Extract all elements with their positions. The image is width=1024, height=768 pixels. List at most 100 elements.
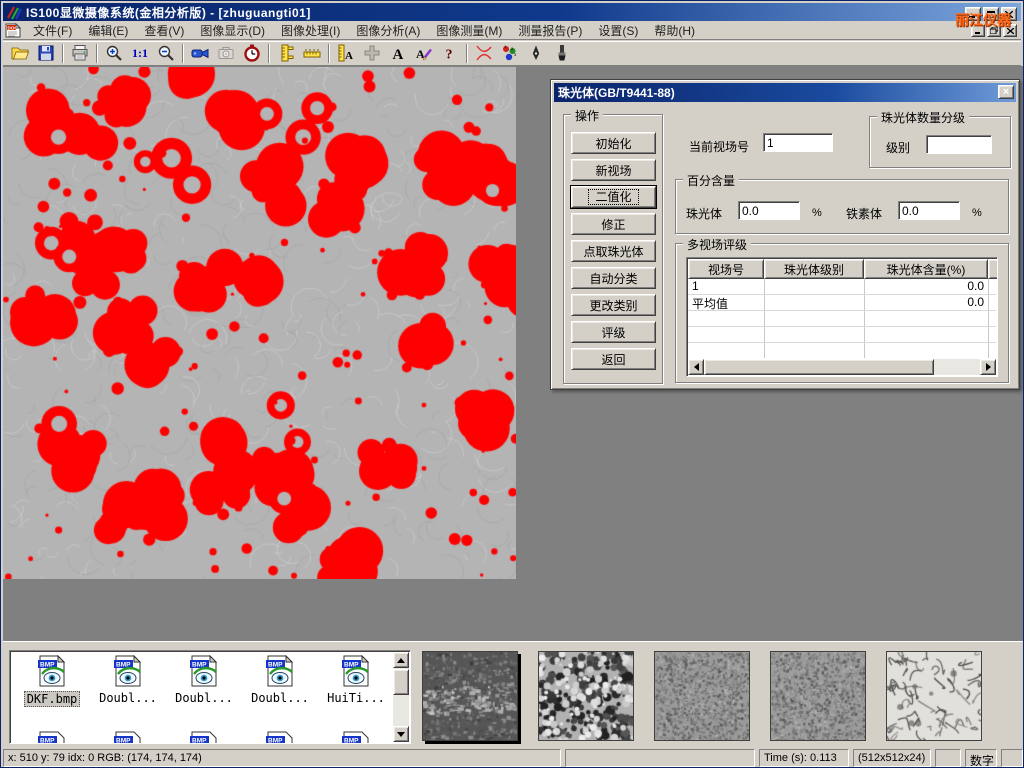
maximize-button[interactable] bbox=[983, 7, 999, 21]
file-item[interactable]: BMP DKF.bmp bbox=[16, 655, 88, 707]
zoom-actual-button[interactable]: 1:1 bbox=[127, 42, 153, 65]
dialog-title-bar[interactable]: 珠光体(GB/T9441-88) × bbox=[554, 83, 1016, 102]
multi-field-table[interactable]: 视场号 珠光体级别 珠光体含量(%) 铁素体 1 0.0 bbox=[686, 257, 998, 377]
title-bar: IS100显微摄像系统(金相分析版) - [zhuguangti01] bbox=[3, 3, 1021, 21]
ferrite-percent-input[interactable] bbox=[898, 201, 960, 220]
thumbnail-3[interactable] bbox=[654, 651, 750, 741]
metallograph-image[interactable] bbox=[3, 67, 516, 579]
file-item[interactable]: BMP bbox=[320, 731, 392, 744]
menu-item-image-processing[interactable]: 图像处理(I) bbox=[273, 20, 348, 41]
file-name[interactable]: Doubl... bbox=[173, 691, 235, 705]
document-icon: DOC bbox=[5, 23, 21, 38]
scroll-left-icon[interactable] bbox=[688, 359, 704, 375]
scroll-right-icon[interactable] bbox=[980, 359, 996, 375]
scroll-down-icon[interactable] bbox=[393, 726, 409, 742]
print-icon bbox=[71, 44, 89, 62]
status-image-size: (512x512x24) bbox=[853, 749, 931, 767]
col-pearlite-content[interactable]: 珠光体含量(%) bbox=[864, 259, 988, 279]
zoom-in-button[interactable] bbox=[101, 42, 127, 65]
binarize-button[interactable]: 二值化 bbox=[571, 186, 656, 208]
file-item[interactable]: BMP bbox=[92, 731, 164, 744]
caliper-annotate-button[interactable]: A bbox=[333, 42, 359, 65]
col-field-no[interactable]: 视场号 bbox=[688, 259, 764, 279]
child-minimize-button[interactable] bbox=[971, 24, 985, 37]
brush-tool-button[interactable] bbox=[549, 42, 575, 65]
file-item[interactable]: BMP HuiTi... bbox=[320, 655, 392, 705]
file-item[interactable]: BMP Doubl... bbox=[168, 655, 240, 705]
file-name[interactable]: HuiTi... bbox=[325, 691, 387, 705]
save-button[interactable] bbox=[33, 42, 59, 65]
close-button[interactable] bbox=[1001, 7, 1017, 21]
scrollbar-thumb[interactable] bbox=[393, 669, 409, 695]
class-markers-button[interactable]: 123 bbox=[497, 42, 523, 65]
menu-item-edit[interactable]: 编辑(E) bbox=[80, 20, 136, 41]
curve-tool-icon bbox=[475, 44, 493, 62]
menu-item-settings[interactable]: 设置(S) bbox=[590, 20, 646, 41]
zoom-out-icon bbox=[157, 44, 175, 62]
thumbnail-4[interactable] bbox=[770, 651, 866, 741]
change-class-button[interactable]: 更改类别 bbox=[571, 294, 656, 316]
zoom-out-button[interactable] bbox=[153, 42, 179, 65]
move-cross-button[interactable] bbox=[359, 42, 385, 65]
dialog-close-icon[interactable]: × bbox=[998, 85, 1014, 99]
menu-item-image-measure[interactable]: 图像测量(M) bbox=[428, 20, 510, 41]
text-a-button[interactable]: A bbox=[385, 42, 411, 65]
file-browser-scrollbar[interactable] bbox=[393, 652, 409, 742]
file-name[interactable]: Doubl... bbox=[249, 691, 311, 705]
thumbnail-5[interactable] bbox=[886, 651, 982, 741]
auto-classify-button[interactable]: 自动分类 bbox=[571, 267, 656, 289]
grade-input[interactable] bbox=[926, 135, 992, 154]
thumbnail-2[interactable] bbox=[538, 651, 634, 741]
file-item[interactable]: BMP bbox=[168, 731, 240, 744]
application-window: IS100显微摄像系统(金相分析版) - [zhuguangti01] 丽江仪器… bbox=[0, 0, 1024, 768]
vertical-caliper-button[interactable] bbox=[273, 42, 299, 65]
file-item[interactable]: BMP bbox=[16, 731, 88, 744]
pearlite-percent-input[interactable] bbox=[738, 201, 800, 220]
help-button[interactable]: ? bbox=[437, 42, 463, 65]
text-style-button[interactable]: A bbox=[411, 42, 437, 65]
file-name[interactable]: Doubl... bbox=[97, 691, 159, 705]
thumbnail-1[interactable] bbox=[422, 651, 518, 741]
move-cross-icon bbox=[363, 44, 381, 62]
child-close-button[interactable] bbox=[1003, 24, 1017, 37]
svg-text:DOC: DOC bbox=[8, 25, 19, 30]
horizontal-ruler-button[interactable] bbox=[299, 42, 325, 65]
file-item[interactable]: BMP Doubl... bbox=[244, 655, 316, 705]
status-bar: x: 510 y: 79 idx: 0 RGB: (174, 174, 174)… bbox=[3, 749, 1023, 767]
snapshot-camera-button[interactable] bbox=[213, 42, 239, 65]
menu-item-image-display[interactable]: 图像显示(D) bbox=[192, 20, 273, 41]
snapshot-camera-icon bbox=[217, 44, 235, 62]
table-row[interactable]: 平均值 0.0 bbox=[688, 295, 996, 311]
child-restore-button[interactable] bbox=[987, 24, 1001, 37]
video-camera-button[interactable] bbox=[187, 42, 213, 65]
menu-item-file[interactable]: 文件(F) bbox=[25, 20, 80, 41]
menu-item-view[interactable]: 查看(V) bbox=[136, 20, 192, 41]
col-ferrite[interactable]: 铁素体 bbox=[988, 259, 998, 279]
correct-button[interactable]: 修正 bbox=[571, 213, 656, 235]
curve-tool-button[interactable] bbox=[471, 42, 497, 65]
pen-tool-button[interactable] bbox=[523, 42, 549, 65]
file-item[interactable]: BMP Doubl... bbox=[92, 655, 164, 705]
current-field-input[interactable] bbox=[763, 133, 833, 152]
menu-item-measure-report[interactable]: 测量报告(P) bbox=[510, 20, 590, 41]
svg-text:A: A bbox=[345, 50, 353, 62]
init-button[interactable]: 初始化 bbox=[571, 132, 656, 154]
col-pearlite-grade[interactable]: 珠光体级别 bbox=[764, 259, 864, 279]
bmp-file-icon: BMP bbox=[189, 655, 219, 687]
open-file-button[interactable] bbox=[7, 42, 33, 65]
scroll-up-icon[interactable] bbox=[393, 652, 409, 668]
new-field-button[interactable]: 新视场 bbox=[571, 159, 656, 181]
menu-item-image-analysis[interactable]: 图像分析(A) bbox=[348, 20, 428, 41]
file-name[interactable]: DKF.bmp bbox=[24, 691, 81, 707]
print-button[interactable] bbox=[67, 42, 93, 65]
grade-button[interactable]: 评级 bbox=[571, 321, 656, 343]
table-row[interactable]: 1 0.0 bbox=[688, 279, 996, 295]
pick-pearlite-button[interactable]: 点取珠光体 bbox=[571, 240, 656, 262]
file-item[interactable]: BMP bbox=[244, 731, 316, 744]
scrollbar-thumb[interactable] bbox=[704, 359, 934, 375]
minimize-button[interactable] bbox=[965, 7, 981, 21]
timer-button[interactable] bbox=[239, 42, 265, 65]
table-horizontal-scrollbar[interactable] bbox=[688, 359, 996, 375]
menu-item-help[interactable]: 帮助(H) bbox=[646, 20, 703, 41]
return-button[interactable]: 返回 bbox=[571, 348, 656, 370]
